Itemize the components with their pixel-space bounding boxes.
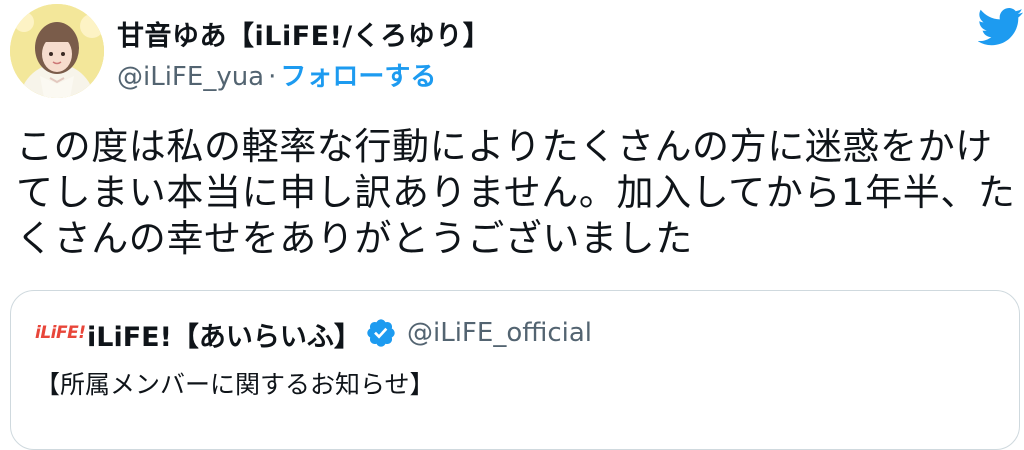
separator-dot: · (268, 62, 277, 92)
avatar-image (10, 4, 104, 98)
tweet-text: この度は私の軽率な行動によりたくさんの方に迷惑をかけてしまい本当に申し訳ありませ… (16, 125, 1016, 260)
author-display-name[interactable]: 甘音ゆあ【iLiFE!/くろゆり】 (117, 14, 490, 53)
quoted-display-name[interactable]: iLiFE!【あいらいふ】 (87, 315, 361, 354)
author-handle[interactable]: @iLiFE_yua (117, 62, 264, 92)
twitter-bird-icon[interactable] (978, 8, 1024, 46)
follow-button[interactable]: フォローする (280, 62, 436, 92)
avatar[interactable] (10, 4, 104, 98)
quoted-tweet-text: 【所属メンバーに関するお知らせ】 (35, 370, 435, 399)
verified-badge-icon (367, 319, 395, 347)
author-handle-row: @iLiFE_yua · フォローする (117, 56, 436, 93)
quoted-account-logo: iLiFE! (35, 323, 86, 343)
quoted-handle[interactable]: @iLiFE_official (407, 318, 592, 348)
quoted-tweet-card[interactable]: iLiFE! iLiFE!【あいらいふ】 @iLiFE_official 【所属… (10, 290, 1020, 450)
